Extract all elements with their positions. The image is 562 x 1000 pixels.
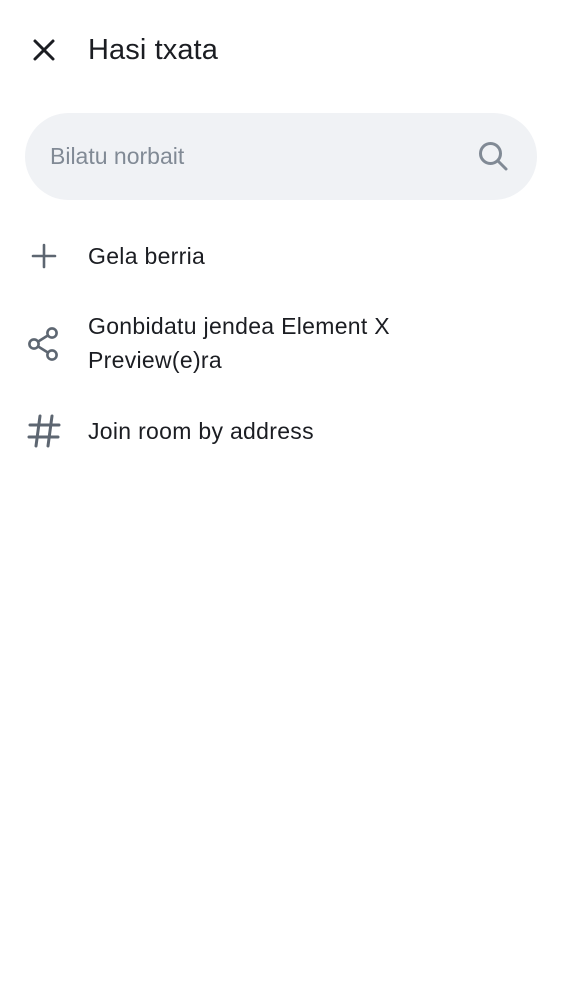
search-input[interactable] xyxy=(50,113,470,200)
search-bar[interactable] xyxy=(25,113,537,200)
close-button[interactable] xyxy=(22,28,66,72)
plus-icon xyxy=(26,238,62,274)
join-room-by-address-label: Join room by address xyxy=(88,418,314,444)
search-icon[interactable] xyxy=(476,139,510,173)
join-room-by-address-item[interactable]: Join room by address xyxy=(0,403,562,459)
new-room-label: Gela berria xyxy=(88,243,206,269)
hash-icon xyxy=(26,413,62,449)
new-room-item[interactable]: Gela berria xyxy=(0,228,562,284)
close-icon xyxy=(33,39,55,61)
invite-people-label: Gonbidatu jendea Element X Preview(e)ra xyxy=(88,313,390,373)
share-icon xyxy=(26,326,62,362)
invite-people-item[interactable]: Gonbidatu jendea Element X Preview(e)ra xyxy=(0,300,562,390)
page-title: Hasi txata xyxy=(88,34,218,66)
top-app-bar: Hasi txata xyxy=(0,0,562,100)
